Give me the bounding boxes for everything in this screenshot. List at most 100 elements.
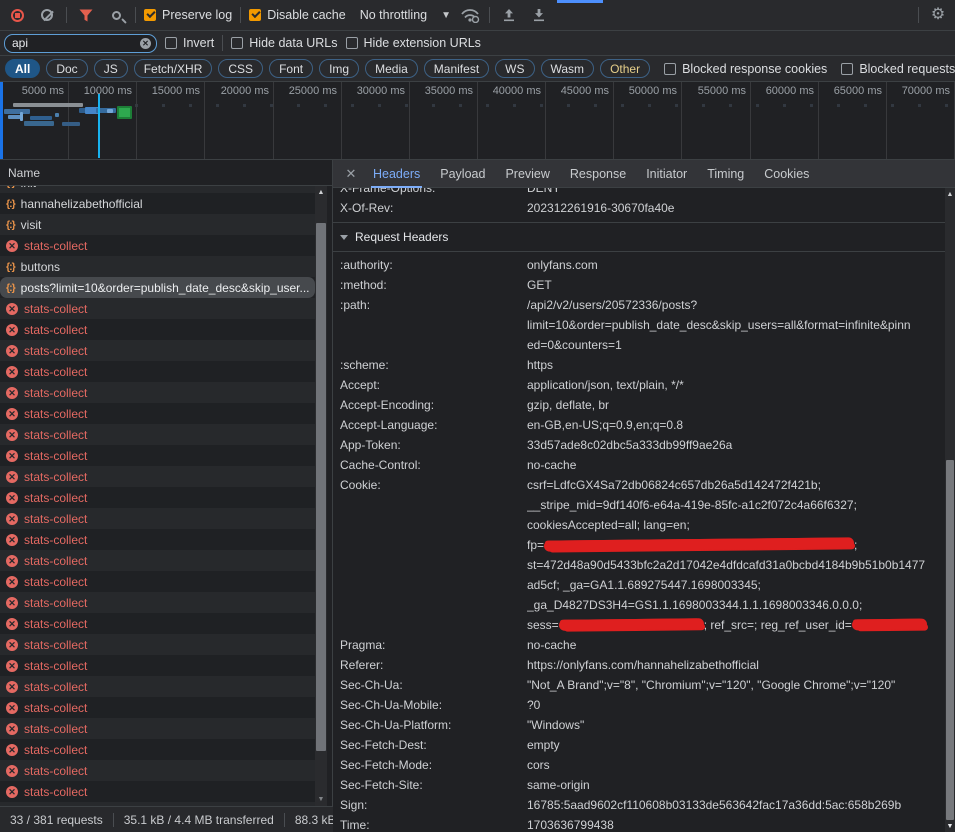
tab-preview[interactable]: Preview (495, 160, 559, 188)
network-conditions-button[interactable] (459, 5, 481, 25)
export-har-button[interactable] (528, 5, 550, 25)
hide-data-urls-checkbox[interactable]: Hide data URLs (231, 36, 337, 50)
table-row[interactable]: ✕stats-collect (0, 718, 315, 739)
table-row[interactable]: ✕stats-collect (0, 760, 315, 781)
type-filter-css[interactable]: CSS (218, 59, 263, 78)
requests-pane: Name {:}init{:}hannahelizabethofficial{:… (0, 160, 333, 832)
scroll-down-icon[interactable]: ▼ (315, 796, 327, 803)
name-column-header[interactable]: Name (0, 160, 333, 186)
table-row[interactable]: ✕stats-collect (0, 340, 315, 361)
import-har-button[interactable] (498, 5, 520, 25)
scroll-up-icon[interactable]: ▲ (315, 189, 327, 196)
table-row[interactable]: ✕stats-collect (0, 781, 315, 802)
request-name: stats-collect (24, 764, 87, 778)
request-name: stats-collect (24, 638, 87, 652)
checkbox-blocked-response-cookies[interactable]: Blocked response cookies (664, 62, 827, 76)
table-row[interactable]: ✕stats-collect (0, 676, 315, 697)
table-row[interactable]: ✕stats-collect (0, 382, 315, 403)
preserve-log-checkbox[interactable]: Preserve log (144, 8, 232, 22)
scrollbar-thumb[interactable] (316, 223, 326, 751)
transferred-size: 35.1 kB / 4.4 MB transferred (114, 813, 284, 827)
type-filter-wasm[interactable]: Wasm (541, 59, 595, 78)
table-row[interactable]: ✕stats-collect (0, 361, 315, 382)
failed-request-icon: ✕ (6, 744, 18, 756)
network-overview[interactable]: 5000 ms10000 ms15000 ms20000 ms25000 ms3… (0, 82, 955, 160)
checkbox-blocked-requests[interactable]: Blocked requests (841, 62, 955, 76)
table-row[interactable]: ✕stats-collect (0, 403, 315, 424)
type-filter-font[interactable]: Font (269, 59, 313, 78)
header-row: Sec-Ch-Ua-Mobile:?0 (333, 695, 945, 715)
type-filter-all[interactable]: All (5, 59, 40, 78)
type-filter-ws[interactable]: WS (495, 59, 534, 78)
table-row[interactable]: ✕stats-collect (0, 487, 315, 508)
type-filter-fetch-xhr[interactable]: Fetch/XHR (134, 59, 213, 78)
type-filter-manifest[interactable]: Manifest (424, 59, 489, 78)
tab-payload[interactable]: Payload (430, 160, 495, 188)
details-tab-bar: ✕ HeadersPayloadPreviewResponseInitiator… (333, 160, 955, 188)
scroll-up-icon[interactable]: ▲ (945, 191, 955, 198)
settings-button[interactable]: ⚙ (927, 5, 949, 25)
filter-toggle-button[interactable] (75, 5, 97, 25)
header-value: DENY (527, 188, 945, 198)
disable-cache-label: Disable cache (267, 8, 346, 22)
table-row[interactable]: ✕stats-collect (0, 634, 315, 655)
hide-extension-urls-checkbox[interactable]: Hide extension URLs (346, 36, 481, 50)
failed-request-icon: ✕ (6, 429, 18, 441)
request-name: stats-collect (24, 722, 87, 736)
table-row[interactable]: ✕stats-collect (0, 613, 315, 634)
table-row[interactable]: {:}buttons (0, 256, 315, 277)
table-row[interactable]: ✕stats-collect (0, 739, 315, 760)
header-name: Accept: (333, 375, 527, 395)
type-filter-js[interactable]: JS (94, 59, 128, 78)
type-filter-doc[interactable]: Doc (46, 59, 87, 78)
clear-button[interactable] (36, 5, 58, 25)
clear-filter-icon[interactable]: ✕ (140, 38, 151, 49)
table-row[interactable]: {:}hannahelizabethofficial (0, 193, 315, 214)
tab-cookies[interactable]: Cookies (754, 160, 819, 188)
overview-left-handle[interactable] (0, 82, 3, 160)
header-name: :method: (333, 275, 527, 295)
throttling-select[interactable]: No throttling (360, 8, 427, 22)
table-row[interactable]: ✕stats-collect (0, 529, 315, 550)
tab-headers[interactable]: Headers (363, 160, 430, 188)
header-value-line: __stripe_mid=9df140f6-e64a-419e-85fc-a1c… (527, 495, 945, 515)
header-value: ?0 (527, 695, 945, 715)
details-scrollbar[interactable]: ▲ ▼ (945, 188, 955, 832)
filter-input-value: api (12, 36, 140, 50)
invert-checkbox[interactable]: Invert (165, 36, 214, 50)
request-name: stats-collect (24, 470, 87, 484)
table-row[interactable]: ✕stats-collect (0, 445, 315, 466)
tab-initiator[interactable]: Initiator (636, 160, 697, 188)
table-row[interactable]: ✕stats-collect (0, 655, 315, 676)
header-name: Accept-Language: (333, 415, 527, 435)
record-button[interactable] (6, 5, 28, 25)
table-row[interactable]: ✕stats-collect (0, 550, 315, 571)
table-row[interactable]: ✕stats-collect (0, 235, 315, 256)
table-row[interactable]: ✕stats-collect (0, 697, 315, 718)
close-icon[interactable]: ✕ (339, 166, 363, 182)
table-row[interactable]: ✕stats-collect (0, 571, 315, 592)
table-row[interactable]: {:}visit (0, 214, 315, 235)
filter-input[interactable]: api ✕ (4, 34, 157, 53)
table-row[interactable]: ✕stats-collect (0, 424, 315, 445)
table-row[interactable]: {:}init (0, 186, 315, 193)
table-row-selected[interactable]: {:}posts?limit=10&order=publish_date_des… (0, 277, 315, 298)
disable-cache-checkbox[interactable]: Disable cache (249, 8, 346, 22)
network-conditions-icon (460, 7, 480, 23)
scrollbar-thumb[interactable] (946, 460, 954, 820)
table-row[interactable]: ✕stats-collect (0, 508, 315, 529)
table-row[interactable]: ✕stats-collect (0, 319, 315, 340)
table-row[interactable]: ✕stats-collect (0, 466, 315, 487)
scroll-down-icon[interactable]: ▼ (945, 823, 955, 830)
type-filter-media[interactable]: Media (365, 59, 418, 78)
header-name: Pragma: (333, 635, 527, 655)
type-filter-other[interactable]: Other (600, 59, 650, 78)
search-button[interactable] (105, 5, 127, 25)
table-row[interactable]: ✕stats-collect (0, 298, 315, 319)
request-headers-section[interactable]: Request Headers (333, 222, 945, 252)
type-filter-img[interactable]: Img (319, 59, 359, 78)
table-row[interactable]: ✕stats-collect (0, 592, 315, 613)
tab-response[interactable]: Response (560, 160, 636, 188)
tab-timing[interactable]: Timing (697, 160, 754, 188)
request-list-scrollbar[interactable]: ▲ ▼ (315, 186, 327, 806)
